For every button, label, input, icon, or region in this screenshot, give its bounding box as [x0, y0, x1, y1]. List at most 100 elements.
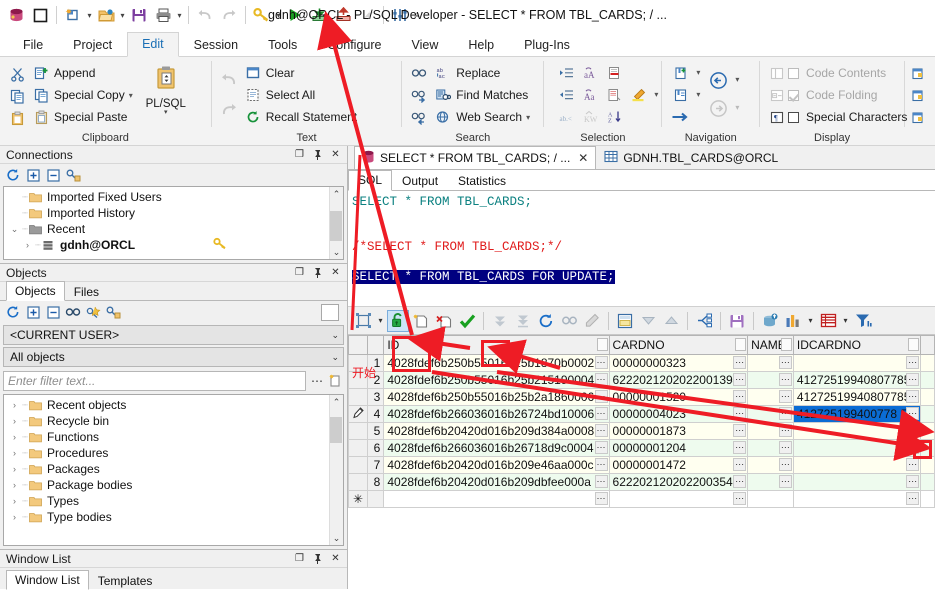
expander-expand-icon[interactable]: › [8, 432, 21, 442]
special-characters-toggle[interactable]: ¶ Special Characters [766, 106, 907, 128]
cell-name[interactable]: ⋯ [747, 456, 794, 474]
cell-editor-icon[interactable]: ⋯ [906, 475, 920, 488]
cell-editor-icon[interactable]: ⋯ [906, 458, 920, 471]
tree-item-type-bodies[interactable]: › ┈ Type bodies [4, 509, 329, 525]
cell-editor-icon[interactable]: ⋯ [906, 492, 920, 505]
cell-next[interactable] [920, 490, 935, 508]
current-user-select[interactable]: <CURRENT USER> ⌄ [3, 325, 344, 345]
import-icon[interactable] [307, 3, 331, 27]
cell-cardno[interactable]: 6222021202022003540 ⋯ [608, 473, 749, 491]
open-file-dropdown-icon[interactable]: ▾ [118, 3, 127, 27]
column-header-id[interactable]: ID [383, 335, 610, 355]
grid-layout-dropdown-icon[interactable]: ▾ [375, 310, 386, 332]
pin-icon[interactable] [312, 267, 323, 278]
restore-icon[interactable]: ❐ [294, 553, 305, 564]
cell-editor-icon[interactable]: ⋯ [733, 424, 747, 437]
find-previous-icon[interactable] [407, 107, 431, 129]
cell-editor-icon[interactable]: ⋯ [733, 373, 747, 386]
column-header-cardno[interactable]: CARDNO [608, 335, 749, 355]
expander-expand-icon[interactable]: › [8, 400, 21, 410]
cell-name[interactable]: ⋯ [747, 388, 794, 406]
cell-editor-icon[interactable]: ⋯ [594, 390, 608, 403]
objects-scrollbar[interactable]: ⌃ ⌄ [329, 395, 343, 545]
cell-editor-icon[interactable]: ⋯ [594, 373, 608, 386]
menu-tab-session[interactable]: Session [179, 33, 253, 57]
key-icon[interactable] [250, 3, 274, 27]
back-dropdown-icon[interactable]: ▾ [731, 66, 743, 94]
refresh-icon[interactable] [4, 166, 22, 184]
objects-options-button[interactable] [321, 303, 339, 321]
cell-idcardno[interactable]: ⋯ [792, 473, 922, 491]
indent-icon[interactable] [554, 62, 578, 84]
goto-line-icon[interactable] [668, 106, 692, 128]
tab-statistics[interactable]: Statistics [448, 171, 516, 191]
expander-expand-icon[interactable]: › [8, 464, 21, 474]
cell-id[interactable]: 4028fdef6b20420d016b209dbfee000a ⋯ [383, 473, 610, 491]
scroll-up-icon[interactable]: ⌃ [329, 395, 343, 409]
sql-editor[interactable]: SELECT * FROM TBL_CARDS; /*SELECT * FROM… [348, 191, 935, 307]
save-icon[interactable] [127, 3, 151, 27]
cell-editor-icon[interactable]: ⋯ [906, 356, 920, 369]
cell-editor-icon[interactable]: ⋯ [778, 407, 792, 420]
cell-id[interactable]: 4028fdef6b20420d016b209d384a0008 ⋯ [383, 422, 610, 440]
cell-idcardno[interactable]: ⋯ [792, 354, 922, 372]
new-connection-icon[interactable] [64, 166, 82, 184]
table-row[interactable]: 2 4028fdef6b250b55016b25b215190004 ⋯ 6222… [348, 371, 935, 389]
back-icon[interactable] [705, 66, 731, 94]
sort-icon[interactable] [693, 310, 715, 332]
open-file-icon[interactable] [94, 3, 118, 27]
highlight-dropdown-icon[interactable]: ▾ [650, 84, 662, 106]
single-record-view-icon[interactable] [614, 310, 636, 332]
column-resize-grip[interactable] [596, 338, 608, 351]
expander-expand-icon[interactable]: › [8, 448, 21, 458]
new-file-dropdown-icon[interactable]: ▾ [85, 3, 94, 27]
cell-cardno[interactable]: 00000001873 ⋯ [608, 422, 749, 440]
overflow-item-1-icon[interactable] [907, 62, 931, 84]
cell-next[interactable] [920, 439, 935, 457]
delete-record-icon[interactable] [433, 310, 455, 332]
cell-editor-icon[interactable]: ⋯ [733, 458, 747, 471]
table-row[interactable]: 6 4028fdef6b266036016b26718d9c0004 ⋯ 0000… [348, 439, 935, 457]
chevron-down-icon[interactable]: ⌄ [331, 330, 339, 341]
close-icon[interactable]: ✕ [330, 553, 341, 564]
expand-all-icon[interactable] [24, 166, 42, 184]
cell-cardno[interactable]: 00000004023 ⋯ [608, 405, 749, 423]
chart-icon[interactable] [782, 310, 804, 332]
tab-window-list[interactable]: Window List [6, 570, 89, 590]
plsql-beautifier-dropdown-icon[interactable]: ▾ [164, 109, 168, 116]
menu-tab-configure[interactable]: Configure [312, 33, 396, 57]
menu-tab-view[interactable]: View [396, 33, 453, 57]
objects-tree[interactable]: › ┈ Recent objects › ┈ Recycle bin › ┈ F… [3, 394, 344, 546]
new-window-icon[interactable] [28, 3, 52, 27]
table-row[interactable]: 7 4028fdef6b20420d016b209e46aa000c ⋯ 0000… [348, 456, 935, 474]
cell-id[interactable]: 4028fdef6b266036016b26724bd10006 ⋯ [383, 405, 610, 423]
cell-next[interactable] [920, 422, 935, 440]
cell-cardno[interactable]: 00000001204 ⋯ [608, 439, 749, 457]
cell-editor-icon[interactable]: ⋯ [733, 441, 747, 454]
cell-editor-icon[interactable]: ⋯ [906, 390, 920, 403]
unindent-icon[interactable] [554, 84, 578, 106]
tab-sql[interactable]: SQL [348, 170, 393, 191]
post-changes-icon[interactable] [456, 310, 478, 332]
cell-idcardno[interactable]: ⋯ [792, 422, 922, 440]
tree-item-recent[interactable]: ⌄ ┈ Recent [4, 221, 329, 237]
table-row[interactable]: 3 4028fdef6b250b55016b25b2a1860006 ⋯ 0000… [348, 388, 935, 406]
execute-icon[interactable] [283, 3, 307, 27]
cell-cardno[interactable]: ⋯ [608, 490, 749, 508]
overflow-item-2-icon[interactable] [907, 84, 931, 106]
save-grid-icon[interactable] [726, 310, 748, 332]
menu-tab-edit[interactable]: Edit [127, 32, 179, 57]
result-grid[interactable]: ID CARDNO NAME IDCARDNO 1 4028fdef6b250b… [348, 335, 935, 589]
print-icon[interactable] [151, 3, 175, 27]
tree-item-imported-history[interactable]: ┈ Imported History [4, 205, 329, 221]
filter-grid-icon[interactable] [852, 310, 874, 332]
cell-editor-icon[interactable]: ⋯ [594, 492, 608, 505]
cell-editor-icon[interactable]: ⋯ [778, 441, 792, 454]
bookmark-goto-dropdown-icon[interactable]: ▾ [692, 84, 704, 106]
document-tab-table[interactable]: GDNH.TBL_CARDS@ORCL [596, 146, 786, 169]
cell-editor-icon[interactable]: ⋯ [906, 424, 920, 437]
column-resize-grip[interactable] [780, 338, 792, 351]
pin-icon[interactable] [312, 553, 323, 564]
cell-next[interactable] [920, 388, 935, 406]
table-row-new[interactable]: ✳ ⋯ ⋯ ⋯ [348, 490, 935, 508]
